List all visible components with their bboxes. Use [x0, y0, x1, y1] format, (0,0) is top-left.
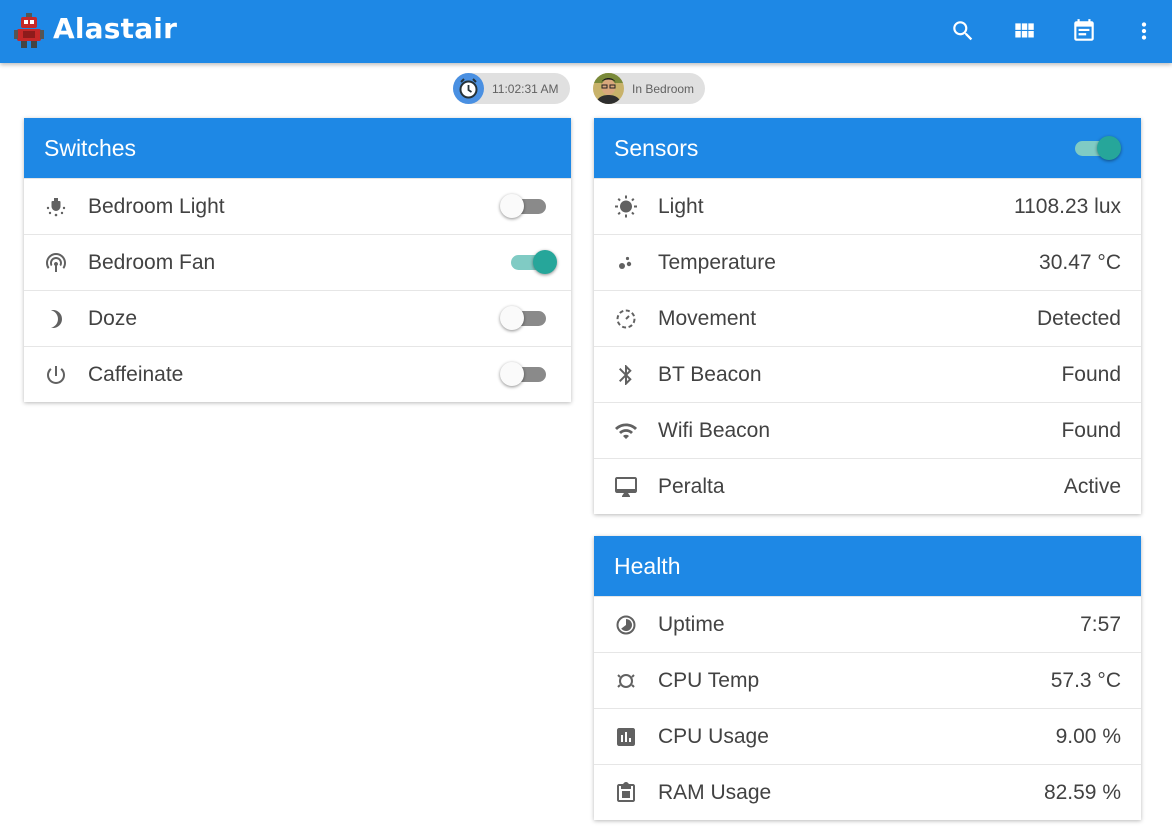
light-icon	[44, 195, 68, 219]
sensor-label: Wifi Beacon	[658, 418, 771, 442]
switch-row-bedroom-light[interactable]: Bedroom Light	[24, 178, 571, 234]
wifi-icon	[614, 419, 638, 443]
health-row-cpu-usage: CPU Usage 9.00 %	[594, 708, 1141, 764]
switch-label: Doze	[88, 306, 138, 330]
switch-row-doze[interactable]: Doze	[24, 290, 571, 346]
robot-logo-icon	[14, 13, 44, 49]
app-bar: Alastair	[0, 0, 1172, 63]
switch-row-bedroom-fan[interactable]: Bedroom Fan	[24, 234, 571, 290]
sensor-label: Temperature	[658, 250, 776, 274]
sensors-master-toggle[interactable]	[1075, 136, 1121, 160]
fan-icon	[44, 251, 68, 275]
clock-time: 11:02:31 AM	[492, 81, 559, 96]
doze-toggle[interactable]	[500, 306, 546, 330]
sensor-label: BT Beacon	[658, 362, 762, 386]
sensor-value: Found	[1061, 418, 1121, 442]
switch-label: Caffeinate	[88, 362, 184, 386]
moon-icon	[44, 307, 68, 331]
uptime-icon	[614, 613, 638, 637]
switch-label: Bedroom Fan	[88, 250, 216, 274]
health-label: RAM Usage	[658, 780, 772, 804]
switch-row-caffeinate[interactable]: Caffeinate	[24, 346, 571, 402]
bedroom-light-toggle[interactable]	[500, 194, 546, 218]
presence-badge: In Bedroom	[593, 73, 706, 104]
health-card-title: Health	[594, 536, 1141, 596]
sensor-row-peralta: Peralta Active	[594, 458, 1141, 514]
caffeinate-toggle[interactable]	[500, 362, 546, 386]
sensor-value: Detected	[1036, 306, 1121, 330]
calendar-icon[interactable]	[1071, 18, 1097, 44]
sensors-card: Sensors Light 1108.23 lux Temperature 30…	[594, 118, 1141, 514]
alarm-clock-icon	[453, 73, 484, 104]
sensor-value: 1108.23 lux	[1013, 194, 1121, 218]
health-label: CPU Temp	[658, 668, 760, 692]
power-icon	[44, 363, 68, 387]
more-vert-icon[interactable]	[1131, 18, 1157, 44]
view-module-icon[interactable]	[1011, 18, 1037, 44]
health-row-ram-usage: RAM Usage 82.59 %	[594, 764, 1141, 820]
sensor-label: Light	[658, 194, 704, 218]
sensor-row-wifi-beacon: Wifi Beacon Found	[594, 402, 1141, 458]
motion-icon	[614, 307, 638, 331]
sensors-card-header: Sensors	[594, 118, 1141, 178]
app-title: Alastair	[53, 12, 178, 45]
health-value: 9.00 %	[1055, 724, 1121, 748]
sensor-row-bt-beacon: BT Beacon Found	[594, 346, 1141, 402]
presence-text: In Bedroom	[632, 81, 695, 96]
sensor-row-light: Light 1108.23 lux	[594, 178, 1141, 234]
sensor-value: Active	[1063, 474, 1121, 498]
switch-label: Bedroom Light	[88, 194, 225, 218]
clock-badge: 11:02:31 AM	[453, 73, 570, 104]
health-row-cpu-temp: CPU Temp 57.3 °C	[594, 652, 1141, 708]
health-label: CPU Usage	[658, 724, 769, 748]
sensor-label: Movement	[658, 306, 757, 330]
avatar	[593, 73, 624, 104]
bluetooth-icon	[614, 363, 638, 387]
sensor-label: Peralta	[658, 474, 725, 498]
health-row-uptime: Uptime 7:57	[594, 596, 1141, 652]
sensor-value: 30.47 °C	[1039, 250, 1121, 274]
switches-card: Switches Bedroom Light Bedroom Fan Doze …	[24, 118, 571, 402]
cpu-temp-icon	[614, 669, 638, 693]
health-value: 57.3 °C	[1050, 668, 1121, 692]
health-label: Uptime	[658, 612, 725, 636]
health-card: Health Uptime 7:57 CPU Temp 57.3 °C CPU …	[594, 536, 1141, 820]
brightness-icon	[614, 195, 638, 219]
desktop-icon	[614, 475, 638, 499]
temperature-dots-icon	[614, 251, 638, 275]
bedroom-fan-toggle[interactable]	[511, 250, 557, 274]
sensors-card-title: Sensors	[614, 135, 699, 161]
health-value: 82.59 %	[1043, 780, 1121, 804]
sensor-value: Found	[1061, 362, 1121, 386]
switches-card-title: Switches	[24, 118, 571, 178]
health-value: 7:57	[1080, 612, 1121, 636]
sensor-row-temperature: Temperature 30.47 °C	[594, 234, 1141, 290]
sensor-row-movement: Movement Detected	[594, 290, 1141, 346]
chart-icon	[614, 725, 638, 749]
search-icon[interactable]	[950, 18, 976, 44]
memory-icon	[614, 781, 638, 805]
